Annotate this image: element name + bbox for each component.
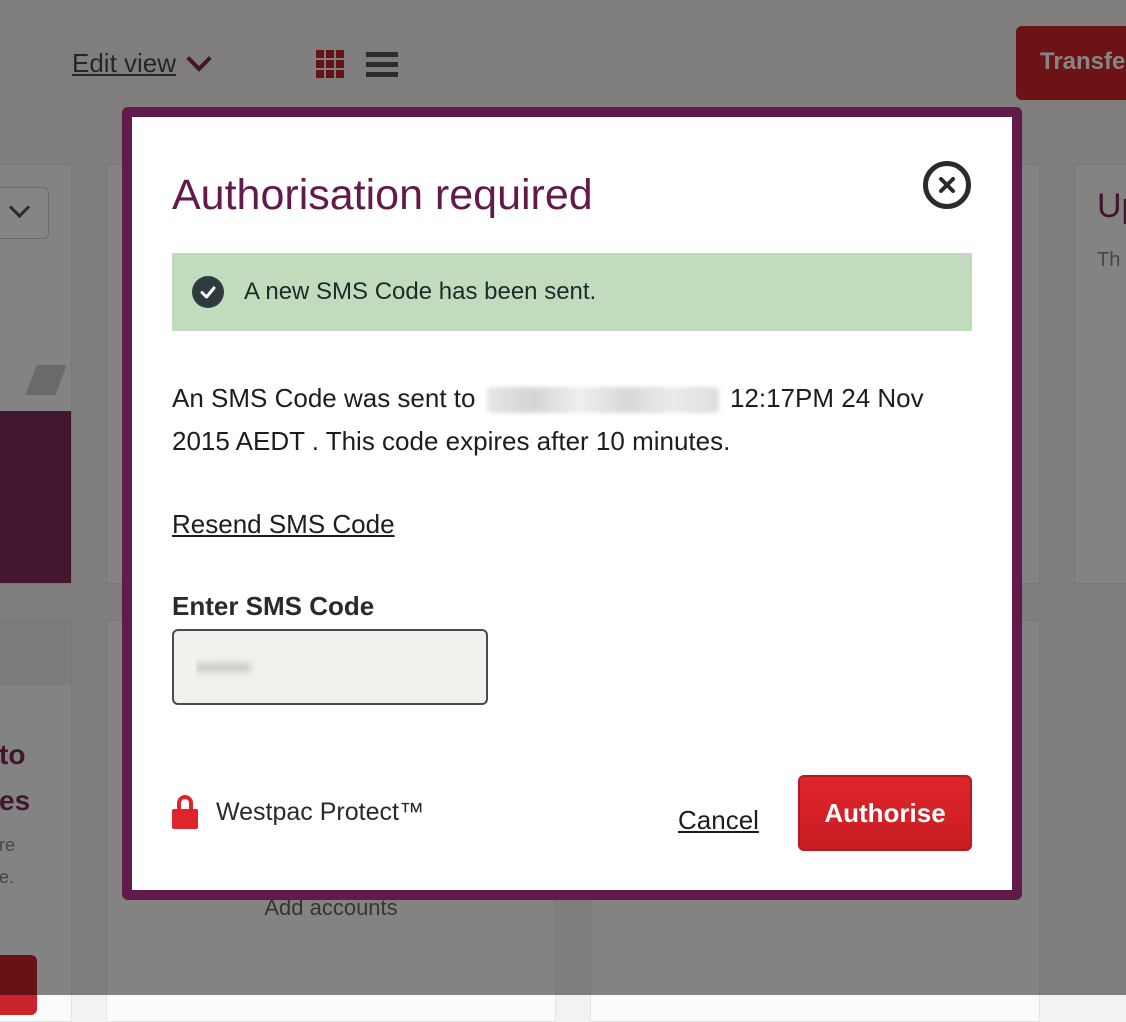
modal-title: Authorisation required <box>172 171 593 219</box>
cancel-button[interactable]: Cancel <box>678 805 759 836</box>
success-alert: A new SMS Code has been sent. <box>172 253 972 331</box>
sms-info-text: An SMS Code was sent to 12:17PM 24 Nov 2… <box>172 377 972 463</box>
westpac-protect-label: Westpac Protect™ <box>216 797 424 826</box>
sms-info-prefix: An SMS Code was sent to <box>172 383 476 413</box>
sms-code-label: Enter SMS Code <box>172 591 375 621</box>
close-x-glyph <box>939 177 955 193</box>
close-icon[interactable] <box>923 161 971 209</box>
success-message: A new SMS Code has been sent. <box>244 278 597 305</box>
resend-sms-link[interactable]: Resend SMS Code <box>172 509 395 540</box>
redacted-phone-number <box>486 387 719 414</box>
lock-icon <box>172 795 198 829</box>
checkmark-circle-icon <box>192 276 224 308</box>
authorise-button[interactable]: Authorise <box>798 775 972 851</box>
sms-code-input[interactable] <box>172 629 488 705</box>
authorisation-modal: Authorisation required A new SMS Code ha… <box>122 107 1022 900</box>
westpac-protect-badge: Westpac Protect™ <box>172 795 424 829</box>
